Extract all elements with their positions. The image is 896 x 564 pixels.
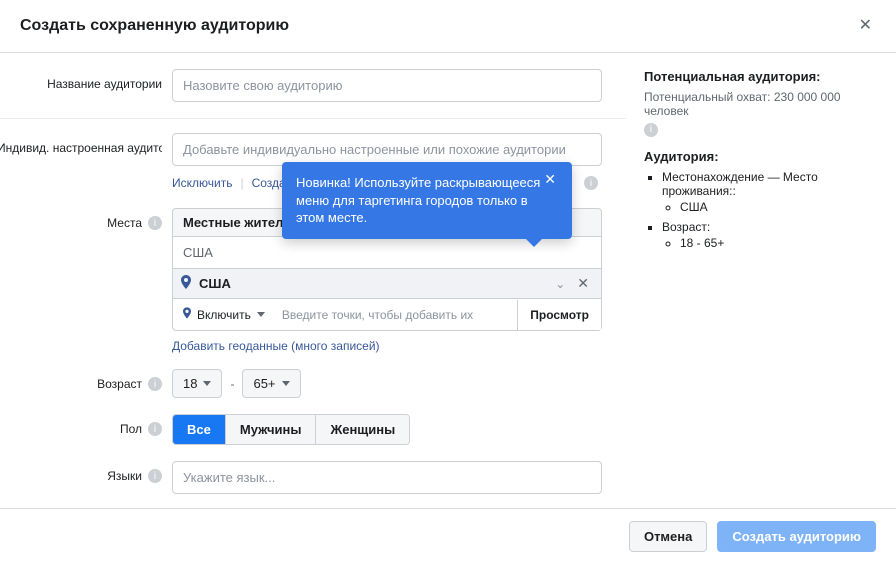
gender-toggle-group: Все Мужчины Женщины [172,414,410,445]
chevron-down-icon [257,312,265,317]
residents-dropdown-label: Местные жители [183,215,291,230]
label-places: Места [107,216,142,230]
info-icon: i [148,377,162,391]
criteria-location: Местонахождение — Место проживания:: США [662,170,876,214]
close-icon[interactable]: ✕ [855,14,876,38]
info-icon: i [644,123,658,137]
exclude-link[interactable]: Исключить [172,176,232,190]
include-label: Включить [197,308,251,322]
bulk-geo-link[interactable]: Добавить геоданные (много записей) [172,339,380,353]
dialog-body: Название аудитории Индивид. настроенная … [0,53,896,508]
label-languages: Языки [107,469,142,483]
location-chip-label: США [199,276,547,291]
label-audience-name: Название аудитории [0,69,172,91]
info-icon: i [584,176,598,190]
languages-input[interactable] [172,461,602,494]
chevron-down-icon[interactable]: ⌄ [555,277,565,291]
info-icon: i [148,216,162,230]
age-range-separator: - [230,377,234,391]
potential-heading: Потенциальная аудитория: [644,69,876,84]
row-gender: Пол i Все Мужчины Женщины [0,414,626,445]
pin-icon [183,307,191,322]
pin-icon [181,275,191,292]
form-column: Название аудитории Индивид. настроенная … [0,53,636,508]
age-max-value: 65+ [253,376,275,391]
chevron-down-icon [282,381,290,386]
criteria-location-label: Местонахождение — Место проживания:: [662,170,818,198]
gender-all-button[interactable]: Все [173,415,226,444]
sidebar: Потенциальная аудитория: Потенциальный о… [636,53,896,508]
dropdown-tooltip: ✕ Новинка! Используйте раскрывающееся ме… [282,162,572,239]
row-audience-name: Название аудитории [0,69,626,102]
criteria-age: Возраст: 18 - 65+ [662,220,876,250]
dialog-title: Создать сохраненную аудиторию [20,17,289,35]
create-audience-dialog: Создать сохраненную аудиторию ✕ Название… [0,0,896,564]
separator: | [240,176,243,190]
age-min-value: 18 [183,376,197,391]
criteria-location-value: США [680,200,876,214]
info-icon: i [148,422,162,436]
location-chip: США ⌄ ✕ [173,269,601,298]
tooltip-arrow-icon [526,239,542,247]
gender-men-button[interactable]: Мужчины [226,415,317,444]
browse-button[interactable]: Просмотр [517,300,601,330]
tooltip-close-icon[interactable]: ✕ [538,170,562,189]
potential-reach-text: Потенциальный охват: 230 000 000 человек [644,90,876,118]
age-max-dropdown[interactable]: 65+ [242,369,300,398]
gender-women-button[interactable]: Женщины [316,415,409,444]
places-input-row: Включить Просмотр [172,299,602,331]
row-places: Места i ✕ Новинка! Используйте раскрываю… [0,208,626,353]
include-dropdown[interactable]: Включить [173,299,276,330]
label-gender: Пол [120,422,142,436]
location-input[interactable] [276,300,517,330]
dialog-footer: Отмена Создать аудиторию [0,508,896,564]
label-custom-audience: Индивид. настроенная аудитория [0,141,162,155]
row-age: Возраст i 18 - 65+ [0,369,626,398]
criteria-age-label: Возраст: [662,220,710,234]
label-age: Возраст [97,377,142,391]
tooltip-text: Новинка! Используйте раскрывающееся меню… [296,175,540,225]
audience-heading: Аудитория: [644,149,876,164]
create-audience-button[interactable]: Создать аудиторию [717,521,876,552]
age-min-dropdown[interactable]: 18 [172,369,222,398]
info-icon: i [148,469,162,483]
dialog-header: Создать сохраненную аудиторию ✕ [0,0,896,53]
criteria-age-value: 18 - 65+ [680,236,876,250]
audience-criteria-list: Местонахождение — Место проживания:: США… [644,170,876,250]
audience-name-input[interactable] [172,69,602,102]
divider [0,118,626,119]
bulk-geo-link-row: Добавить геоданные (много записей) [172,339,602,353]
cancel-button[interactable]: Отмена [629,521,707,552]
row-languages: Языки i [0,461,626,494]
places-group: США ⌄ ✕ [172,269,602,299]
remove-location-icon[interactable]: ✕ [573,275,593,292]
chevron-down-icon [203,381,211,386]
